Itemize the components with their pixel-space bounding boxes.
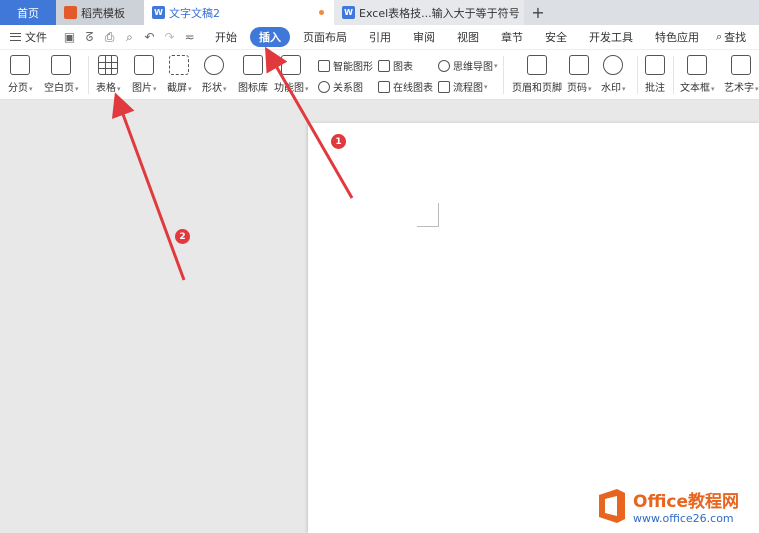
hamburger-icon [10,33,21,41]
word-doc-icon: W [152,6,165,19]
table-button[interactable]: 表格▾ [96,50,121,94]
docer-icon [64,6,77,19]
art-text-button[interactable]: 艺术字▾ [724,50,759,94]
watermark-icon [603,55,624,75]
art-text-icon [731,55,752,75]
divider [637,56,638,94]
menu-review[interactable]: 审阅 [404,27,444,47]
text-box-button[interactable]: 文本框▾ [680,50,715,94]
page-break-icon [10,55,31,75]
mind-map-button[interactable]: 思维导图 ▾ [438,58,498,73]
tab-home[interactable]: 首页 [0,0,56,25]
blank-page-icon [51,55,72,75]
icon-library-icon [243,55,263,75]
picture-button[interactable]: 图片▾ [132,50,157,94]
watermark-url: www.office26.com [633,512,734,525]
mind-map-icon [438,59,450,72]
header-footer-icon [527,55,547,75]
divider [88,56,89,94]
page-number-icon [569,55,590,75]
chart-button[interactable]: 图表 [378,58,413,73]
menu-start[interactable]: 开始 [206,27,246,47]
relation-chart-icon [318,80,330,93]
online-chart-icon [378,80,390,93]
office-logo-icon [595,487,629,525]
menu-insert[interactable]: 插入 [250,27,290,47]
format-painter-icon[interactable]: ᘔ [83,30,96,45]
word-doc-icon: W [342,6,355,19]
quick-access-toolbar: ▣ ᘔ ⎙ ⌕ ↶ ↷ ≂ [55,30,204,45]
table-icon [98,55,119,75]
text-box-icon [687,55,708,75]
menu-page-layout[interactable]: 页面布局 [294,27,356,47]
divider [673,56,674,94]
margin-corner-mark [417,203,439,227]
flow-chart-button[interactable]: 流程图 ▾ [438,79,488,94]
smart-graphic-icon [318,59,330,72]
page-break-button[interactable]: 分页▾ [8,50,33,94]
smart-graphic-button[interactable]: 智能图形 [318,58,373,73]
new-tab-button[interactable]: + [524,0,552,25]
step-badge-1: 1 [331,134,346,149]
menu-references[interactable]: 引用 [360,27,400,47]
shape-icon [204,55,225,75]
page-number-button[interactable]: 页码▾ [567,50,592,94]
screenshot-icon [169,55,190,75]
undo-icon[interactable]: ↶ [143,30,156,44]
site-watermark: Office教程网 www.office26.com [595,484,755,528]
picture-icon [134,55,155,75]
tab-document2[interactable]: W 文字文稿2 [144,0,334,25]
save-icon[interactable]: ▣ [63,30,76,44]
flow-chart-icon [438,80,450,93]
screenshot-button[interactable]: 截屏▾ [167,50,192,94]
menu-view[interactable]: 视图 [448,27,488,47]
unsaved-indicator [319,10,324,15]
tab-excel-article[interactable]: W Excel表格技...输入大于等于符号 ▭ [334,0,524,25]
comment-button[interactable]: 批注 [645,50,665,94]
icon-library-button[interactable]: 图标库 [238,50,268,94]
shape-button[interactable]: 形状▾ [202,50,227,94]
divider [503,56,504,94]
online-chart-button[interactable]: 在线图表 [378,79,433,94]
menu-features[interactable]: 特色应用 [646,27,708,47]
relation-chart-button[interactable]: 关系图 [318,79,363,94]
workspace-background [0,101,308,533]
function-chart-icon [281,55,302,75]
search-icon: ⌕ [716,30,723,43]
watermark-button[interactable]: 水印▾ [601,50,626,94]
tab-bar: 首页 稻壳模板 W 文字文稿2 W Excel表格技...输入大于等于符号 ▭ … [0,0,759,25]
header-footer-button[interactable]: 页眉和页脚 [512,50,562,94]
chart-icon [378,59,390,72]
print-preview-icon[interactable]: ⌕ [123,30,136,45]
menu-security[interactable]: 安全 [536,27,576,47]
insert-ribbon: 分页▾ 空白页▾ 表格▾ 图片▾ 截屏▾ 形状▾ 图标库 功能图▾ 智能图形 关… [0,50,759,100]
document-page[interactable] [308,123,759,533]
menu-bar: 文件 ▣ ᘔ ⎙ ⌕ ↶ ↷ ≂ 开始 插入 页面布局 引用 审阅 视图 章节 … [0,25,759,50]
print-icon[interactable]: ⎙ [103,30,116,45]
search-button[interactable]: ⌕ 查找 [716,29,746,45]
watermark-title: Office教程网 [633,492,740,512]
tab-docer-templates[interactable]: 稻壳模板 [56,0,144,25]
menu-section[interactable]: 章节 [492,27,532,47]
blank-page-button[interactable]: 空白页▾ [44,50,79,94]
function-chart-button[interactable]: 功能图▾ [274,50,309,94]
redo-icon[interactable]: ↷ [163,30,176,44]
comment-icon [645,55,665,75]
menu-developer[interactable]: 开发工具 [580,27,642,47]
customize-icon[interactable]: ≂ [183,30,196,44]
step-badge-2: 2 [175,229,190,244]
file-menu[interactable]: 文件 [0,29,55,45]
